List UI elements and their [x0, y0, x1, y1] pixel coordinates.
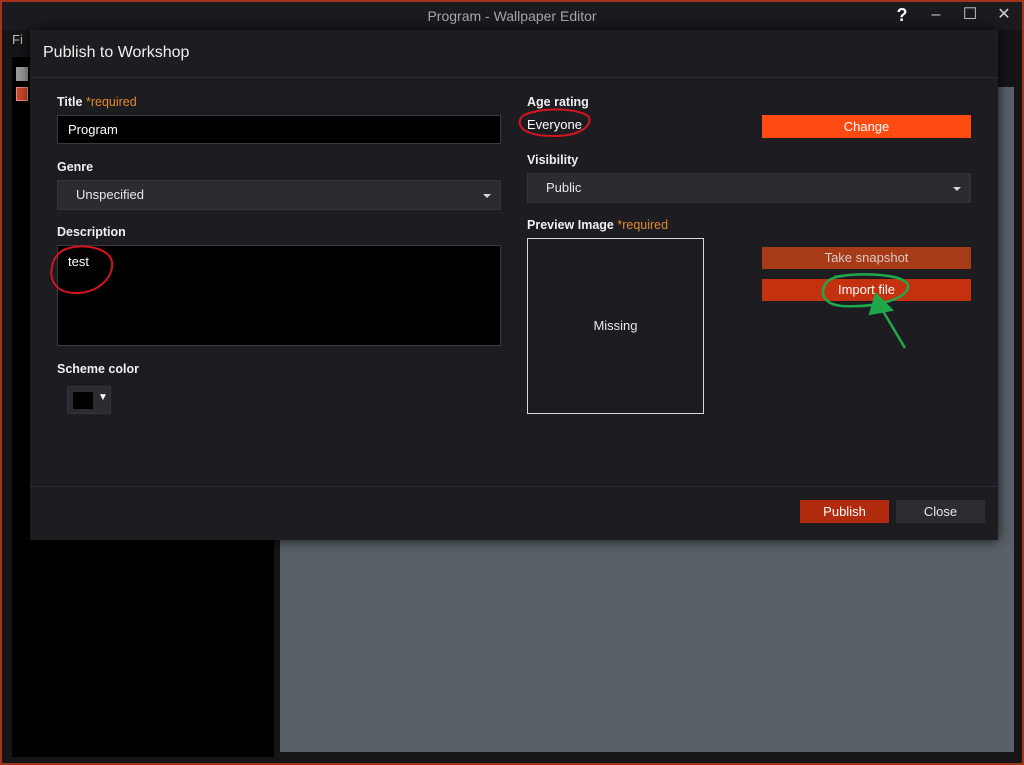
visibility-selected-value: Public [546, 180, 582, 195]
document-icon[interactable] [16, 87, 28, 101]
import-file-button[interactable]: Import file [762, 279, 971, 301]
copy-icon[interactable] [16, 67, 28, 81]
close-window-icon[interactable]: ✕ [994, 5, 1014, 25]
age-rating-value: Everyone [527, 117, 582, 132]
genre-selected-value: Unspecified [76, 187, 144, 202]
close-button[interactable]: Close [896, 500, 985, 523]
scheme-color-label: Scheme color [57, 362, 139, 376]
genre-label: Genre [57, 160, 94, 174]
app-window: Program - Wallpaper Editor ? – ☐ ✕ Fi Pu… [0, 0, 1024, 765]
title-input[interactable]: Program [57, 115, 501, 144]
chevron-down-icon [953, 187, 961, 191]
change-age-rating-button[interactable]: Change [762, 115, 971, 138]
title-label-text: Title [57, 95, 83, 109]
preview-required-note: *required [617, 218, 669, 232]
preview-image-box: Missing [527, 238, 704, 414]
help-icon[interactable]: ? [892, 5, 912, 25]
scheme-color-picker[interactable]: ▼ [67, 386, 111, 414]
genre-select[interactable]: Unspecified [57, 180, 501, 210]
preview-missing-text: Missing [593, 318, 638, 333]
color-swatch [73, 392, 93, 409]
publish-dialog: Publish to Workshop Title *required Prog… [30, 30, 998, 540]
visibility-select[interactable]: Public [527, 173, 971, 203]
dialog-title: Publish to Workshop [43, 44, 190, 61]
chevron-down-icon [483, 194, 491, 198]
window-title: Program - Wallpaper Editor [427, 8, 597, 24]
maximize-icon[interactable]: ☐ [960, 5, 980, 25]
footer-divider [30, 486, 998, 487]
minimize-icon[interactable]: – [926, 5, 946, 25]
age-rating-label: Age rating [527, 95, 589, 109]
dialog-header: Publish to Workshop [30, 30, 998, 78]
chevron-down-icon: ▼ [98, 392, 108, 403]
description-label: Description [57, 225, 126, 239]
publish-button[interactable]: Publish [800, 500, 889, 523]
window-controls: ? – ☐ ✕ [892, 5, 1014, 25]
title-required-note: *required [85, 95, 137, 109]
preview-image-label: Preview Image *required [527, 218, 668, 232]
preview-image-label-text: Preview Image [527, 218, 614, 232]
menu-file[interactable]: Fi [12, 32, 23, 47]
visibility-label: Visibility [527, 153, 579, 167]
title-label: Title *required [57, 95, 137, 109]
title-bar: Program - Wallpaper Editor ? – ☐ ✕ [2, 2, 1022, 30]
description-textarea[interactable]: test [57, 245, 501, 346]
take-snapshot-button[interactable]: Take snapshot [762, 247, 971, 269]
